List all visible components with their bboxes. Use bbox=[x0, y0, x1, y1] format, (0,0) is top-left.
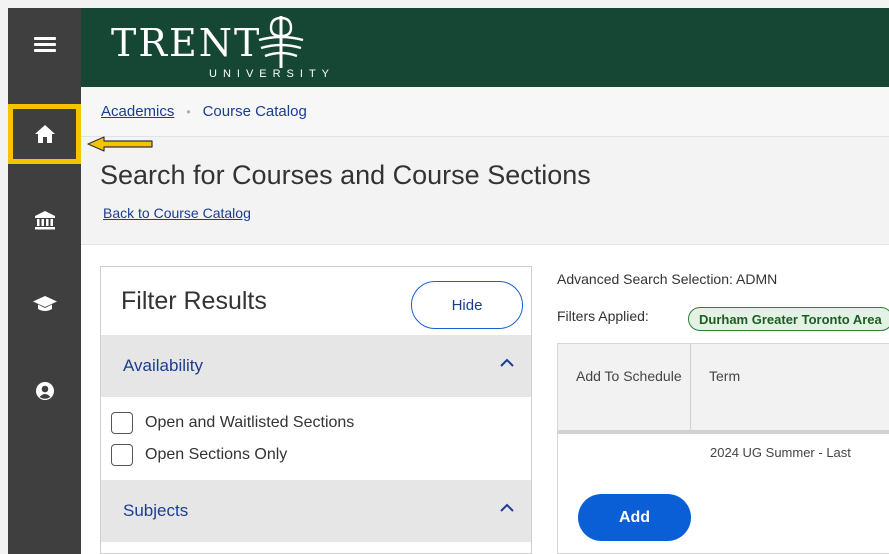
open-waitlisted-checkbox[interactable] bbox=[111, 412, 133, 434]
advanced-search-selection: Advanced Search Selection: ADMN bbox=[557, 271, 778, 287]
open-only-label: Open Sections Only bbox=[145, 446, 288, 463]
availability-section-header[interactable]: Availability bbox=[101, 335, 531, 397]
logo-wordmark: TRENT bbox=[111, 21, 262, 65]
results-table: Add To Schedule Term 2024 UG Summer - La… bbox=[557, 343, 889, 554]
app-header: TRENT UNIVERSITY bbox=[81, 8, 889, 87]
open-waitlisted-option[interactable]: Open and Waitlisted Sections bbox=[111, 412, 354, 434]
graduation-cap-icon[interactable] bbox=[8, 276, 81, 332]
trent-logo[interactable]: TRENT UNIVERSITY bbox=[111, 10, 371, 86]
availability-label: Availability bbox=[123, 356, 204, 375]
logo-emblem-icon bbox=[258, 16, 304, 68]
subjects-label: Subjects bbox=[123, 501, 189, 520]
breadcrumb: Academics • Course Catalog bbox=[81, 87, 889, 137]
breadcrumb-course-catalog-link[interactable]: Course Catalog bbox=[203, 103, 307, 120]
header-divider bbox=[558, 430, 889, 434]
open-only-checkbox[interactable] bbox=[111, 444, 133, 466]
pointer-arrow-icon bbox=[87, 136, 153, 152]
back-to-catalog-link[interactable]: Back to Course Catalog bbox=[103, 205, 251, 221]
page-title: Search for Courses and Course Sections bbox=[100, 160, 591, 190]
filter-title: Filter Results bbox=[121, 287, 267, 315]
app-root: TRENT UNIVERSITY Academics • Course Cata… bbox=[0, 0, 889, 554]
menu-icon[interactable] bbox=[8, 16, 81, 72]
home-highlight-box bbox=[8, 104, 81, 164]
filter-panel: Filter Results Hide Availability Open an… bbox=[100, 266, 532, 554]
breadcrumb-academics-link[interactable]: Academics bbox=[101, 103, 174, 120]
column-header-term[interactable]: Term bbox=[691, 344, 889, 430]
filters-applied-label: Filters Applied: bbox=[557, 308, 649, 324]
open-waitlisted-label: Open and Waitlisted Sections bbox=[145, 414, 355, 431]
institution-icon[interactable] bbox=[8, 192, 81, 248]
logo-subtitle: UNIVERSITY bbox=[209, 68, 336, 80]
left-nav bbox=[8, 8, 81, 554]
add-button[interactable]: Add bbox=[578, 494, 691, 541]
user-icon[interactable] bbox=[8, 363, 81, 419]
chevron-up-icon bbox=[500, 358, 514, 367]
hide-filters-button[interactable]: Hide bbox=[411, 281, 523, 329]
term-cell: 2024 UG Summer - Last bbox=[710, 445, 851, 460]
filter-tag[interactable]: Durham Greater Toronto Area bbox=[688, 307, 889, 331]
chevron-up-icon bbox=[500, 503, 514, 512]
subjects-section-header[interactable]: Subjects bbox=[101, 480, 531, 542]
open-only-option[interactable]: Open Sections Only bbox=[111, 444, 287, 466]
breadcrumb-separator: • bbox=[186, 104, 191, 119]
column-header-add-to-schedule: Add To Schedule bbox=[558, 344, 691, 430]
